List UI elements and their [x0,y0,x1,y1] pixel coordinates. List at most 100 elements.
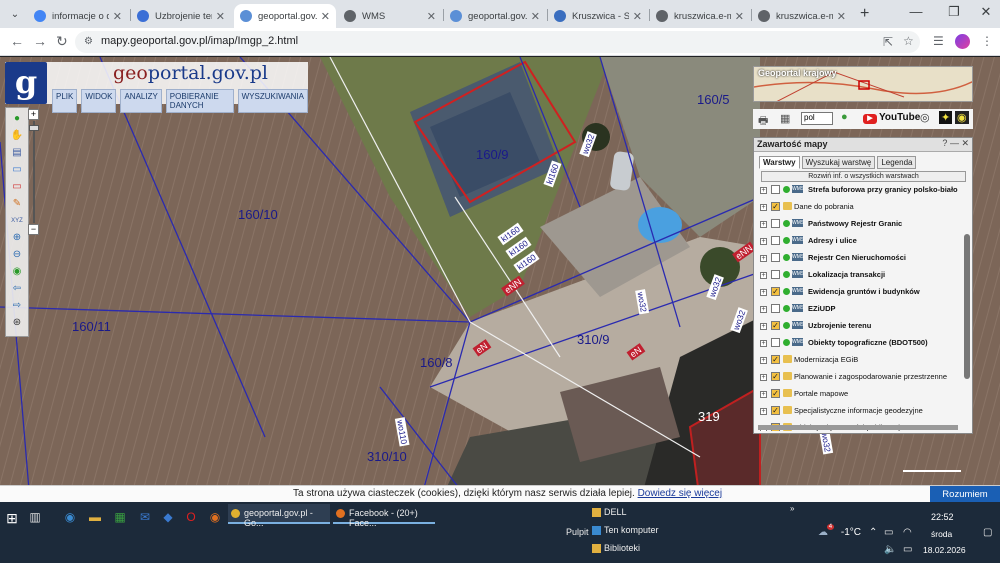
info-icon[interactable]: ● [10,113,24,125]
pulpit-label[interactable]: Pulpit [566,527,589,537]
layer-row[interactable]: + WMS Strefa buforowa przy granicy polsko-… [758,185,965,199]
layer-list-horizontal-scrollbar[interactable] [758,425,958,430]
eye-icon[interactable]: ◉ [955,111,969,124]
taskbar-task-facebook[interactable]: Facebook - (20+) Face... [333,504,435,528]
browser-tab[interactable]: geoportal.gov.pl ✕ [444,4,546,28]
task-view-icon[interactable]: ▥ [27,510,43,526]
globe-icon[interactable]: ◉ [10,266,24,278]
layer-row[interactable]: + WMS Adresy i ulice [758,236,965,250]
menu-icon[interactable]: ⋮ [981,34,993,48]
back-arrow-icon[interactable]: ← [10,33,24,49]
expand-icon[interactable]: + [760,238,767,245]
layer-checkbox[interactable] [771,219,780,228]
tab-wyszukaj-warstwe[interactable]: Wyszukaj warstwę [801,156,876,169]
expand-icon[interactable]: + [760,289,767,296]
desktop-item-computer[interactable]: Ten komputer [592,525,659,536]
tab-list-icon[interactable]: ☰ [933,34,944,48]
pencil-icon[interactable]: ✎ [10,198,24,210]
tab-warstwy[interactable]: Warstwy [759,156,800,169]
browser-tab[interactable]: Kruszwica - Syste ✕ [548,4,648,28]
menu-widok[interactable]: WIDOK [81,89,117,113]
menu-wyszukiwania[interactable]: WYSZUKIWANIA [237,89,308,113]
zoom-out-icon[interactable]: ⊖ [10,249,24,261]
reload-icon[interactable]: ↻ [56,33,68,50]
network-icon[interactable]: ▭ [884,527,893,538]
layer-row[interactable]: + WMS EZiUDP [758,304,965,318]
youtube-button[interactable]: ▶ YouTube [863,112,920,124]
tray-chevron-up-icon[interactable]: ⌃ [869,527,877,538]
weather-widget[interactable]: ☁ 4 -1°C [818,524,861,538]
cookie-learn-more-link[interactable]: Dowiedz się więcej [638,488,722,499]
close-icon[interactable]: ✕ [961,138,969,148]
close-icon[interactable]: ✕ [427,10,436,23]
install-app-icon[interactable]: ⇱ [883,35,893,49]
browser-tab-active[interactable]: geoportal.gov.pl ✕ [234,4,336,28]
close-window-button[interactable]: ✕ [972,4,1000,20]
layer-row[interactable]: + WMS Rejestr Cen Nieruchomości [758,253,965,267]
expand-icon[interactable]: + [760,357,767,364]
firefox-icon[interactable]: ◉ [207,510,223,526]
close-icon[interactable]: ✕ [633,10,642,23]
expand-icon[interactable]: + [760,391,767,398]
next-view-icon[interactable]: ⇨ [10,300,24,312]
browser-tab[interactable]: kruszwica.e-map ✕ [650,4,750,28]
layer-checkbox[interactable]: ✓ [771,355,780,364]
store-icon[interactable]: ▦ [112,510,128,526]
layer-list-scrollbar[interactable] [964,234,970,379]
layer-row[interactable]: + WMS Obiekty topograficzne (BDOT500) [758,338,965,352]
layer-checkbox[interactable]: ✓ [771,389,780,398]
xyz-icon[interactable]: XYZ [10,215,24,227]
layer-row[interactable]: + WMS Państwowy Rejestr Granic [758,219,965,233]
bookmark-star-icon[interactable]: ☆ [903,34,914,48]
close-icon[interactable]: ✕ [531,10,540,23]
layer-checkbox[interactable]: ✓ [771,321,780,330]
close-icon[interactable]: ✕ [113,10,122,23]
zoom-plus-button[interactable]: + [28,109,39,120]
app-icon[interactable]: ◆ [160,510,176,526]
expand-icon[interactable]: + [760,306,767,313]
layer-checkbox[interactable]: ✓ [771,406,780,415]
settings-icon[interactable]: ⊛ [10,317,24,329]
map-canvas[interactable]: g geoportal.gov.pl PLIK WIDOK ANALIZY PO… [0,57,1000,502]
chevron-right-icon[interactable]: » [790,504,794,513]
tab-search-icon[interactable]: ⌄ [6,6,24,24]
layer-row[interactable]: + ✓ Planowanie i zagospodarowanie przestrz… [758,372,965,386]
layer-checkbox[interactable] [771,253,780,262]
expand-icon[interactable]: + [760,272,767,279]
tab-legenda[interactable]: Legenda [877,156,917,169]
site-info-icon[interactable]: ⚙ [84,36,93,47]
layer-row[interactable]: + ✓ WMS Ewidencja gruntów i budynków [758,287,965,301]
minimize-button[interactable]: — [902,4,930,19]
overview-minimap[interactable]: Geoportal krajowy [753,66,973,102]
pan-hand-icon[interactable]: ✋ [10,130,24,142]
expand-icon[interactable]: + [760,323,767,330]
close-icon[interactable]: ✕ [321,10,330,23]
menu-analizy[interactable]: ANALIZY [120,89,162,113]
address-bar[interactable]: ⚙ mapy.geoportal.gov.pl/imap/Imgp_2.html… [75,31,920,53]
file-explorer-icon[interactable]: ▬ [87,510,103,526]
previous-view-icon[interactable]: ⇦ [10,283,24,295]
layer-row[interactable]: + ✓ Modernizacja EGiB [758,355,965,369]
select-icon[interactable]: ▭ [10,164,24,176]
geoportal-logo[interactable]: g [5,62,47,104]
profile-avatar[interactable] [955,34,970,49]
high-contrast-icon[interactable]: ✦ [939,111,953,124]
expand-icon[interactable]: + [760,340,767,347]
close-icon[interactable]: ✕ [735,10,744,23]
menu-plik[interactable]: PLIK [52,89,78,113]
close-icon[interactable]: ✕ [837,10,846,23]
wifi-icon[interactable]: ◠ [903,527,912,538]
layer-checkbox[interactable] [771,304,780,313]
windows-start-icon[interactable]: ⊞ [4,510,20,526]
layer-row[interactable]: + ✓ WMS Uzbrojenie terenu [758,321,965,335]
expand-icon[interactable]: + [760,255,767,262]
clock-date[interactable]: 18.02.2026 [923,545,966,555]
url-text[interactable]: mapy.geoportal.gov.pl/imap/Imgp_2.html [101,35,298,47]
accessibility-icon[interactable]: ◎ [920,111,930,124]
print-icon[interactable]: 🖶 [758,112,768,131]
browser-tab[interactable]: kruszwica.e-map ✕ [752,4,852,28]
layer-checkbox[interactable]: ✓ [771,372,780,381]
volume-icon[interactable]: 🔈 [884,544,896,555]
browser-tab[interactable]: Uzbrojenie teren ✕ [131,4,231,28]
layer-row[interactable]: + ✓ Dane do pobrania [758,202,965,216]
